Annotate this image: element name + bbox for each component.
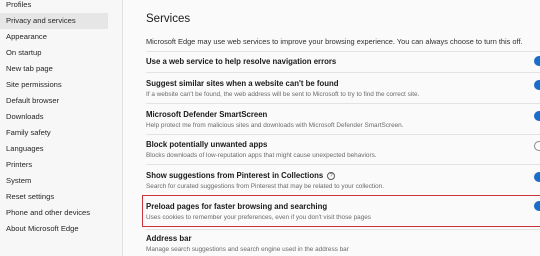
highlight-box	[142, 195, 540, 227]
sidebar-item-on-startup[interactable]: On startup	[0, 45, 108, 61]
sidebar-item-phone-and-other-devices[interactable]: Phone and other devices	[0, 205, 108, 221]
preload-pages-toggle[interactable]	[534, 201, 540, 211]
sidebar-item-about-microsoft-edge[interactable]: About Microsoft Edge	[0, 221, 108, 237]
row-separator	[146, 164, 540, 165]
sidebar-item-profiles[interactable]: Profiles	[0, 0, 108, 13]
unwanted-apps-title: Block potentially unwanted apps	[146, 140, 268, 149]
row-separator	[146, 229, 540, 230]
pinterest-suggestions-toggle[interactable]	[534, 172, 540, 182]
unwanted-apps-toggle[interactable]	[534, 141, 540, 151]
unwanted-apps-desc: Blocks downloads of low-reputation apps …	[146, 152, 377, 159]
similar-sites-title: Suggest similar sites when a website can…	[146, 79, 339, 88]
info-icon[interactable]: ?	[327, 172, 336, 180]
smartscreen-desc: Help protect me from malicious sites and…	[146, 122, 404, 129]
pinterest-suggestions-desc: Search for curated suggestions from Pint…	[146, 183, 384, 190]
similar-sites-desc: If a website can't be found, the web add…	[146, 91, 420, 98]
address-bar-title[interactable]: Address bar	[146, 234, 192, 243]
sidebar-item-system[interactable]: System	[0, 173, 108, 189]
row-separator	[146, 103, 540, 104]
preload-pages-desc: Uses cookies to remember your preference…	[146, 214, 372, 221]
row-separator	[146, 134, 540, 135]
address-bar-desc: Manage search suggestions and search eng…	[146, 246, 349, 253]
sidebar-item-reset-settings[interactable]: Reset settings	[0, 189, 108, 205]
section-intro: Microsoft Edge may use web services to i…	[146, 37, 523, 46]
settings-sidebar: Profiles Privacy and services Appearance…	[0, 0, 110, 256]
sidebar-item-languages[interactable]: Languages	[0, 141, 108, 157]
sidebar-item-site-permissions[interactable]: Site permissions	[0, 77, 108, 93]
navigation-errors-title: Use a web service to help resolve naviga…	[146, 57, 337, 66]
sidebar-item-downloads[interactable]: Downloads	[0, 109, 108, 125]
sidebar-item-appearance[interactable]: Appearance	[0, 29, 108, 45]
sidebar-item-default-browser[interactable]: Default browser	[0, 93, 108, 109]
sidebar-item-printers[interactable]: Printers	[0, 157, 108, 173]
navigation-errors-toggle[interactable]	[534, 56, 540, 66]
sidebar-item-privacy-and-services[interactable]: Privacy and services	[0, 13, 108, 29]
smartscreen-title: Microsoft Defender SmartScreen	[146, 110, 268, 119]
row-separator	[146, 51, 540, 52]
sidebar-item-new-tab-page[interactable]: New tab page	[0, 61, 108, 77]
smartscreen-toggle[interactable]	[534, 111, 540, 121]
similar-sites-toggle[interactable]	[534, 80, 540, 90]
pinterest-suggestions-title-row: Show suggestions from Pinterest in Colle…	[146, 171, 336, 180]
section-title: Services	[146, 13, 191, 25]
row-separator	[146, 72, 540, 73]
sidebar-item-family-safety[interactable]: Family safety	[0, 125, 108, 141]
preload-pages-title: Preload pages for faster browsing and se…	[146, 202, 328, 211]
pinterest-suggestions-title: Show suggestions from Pinterest in Colle…	[146, 171, 324, 180]
